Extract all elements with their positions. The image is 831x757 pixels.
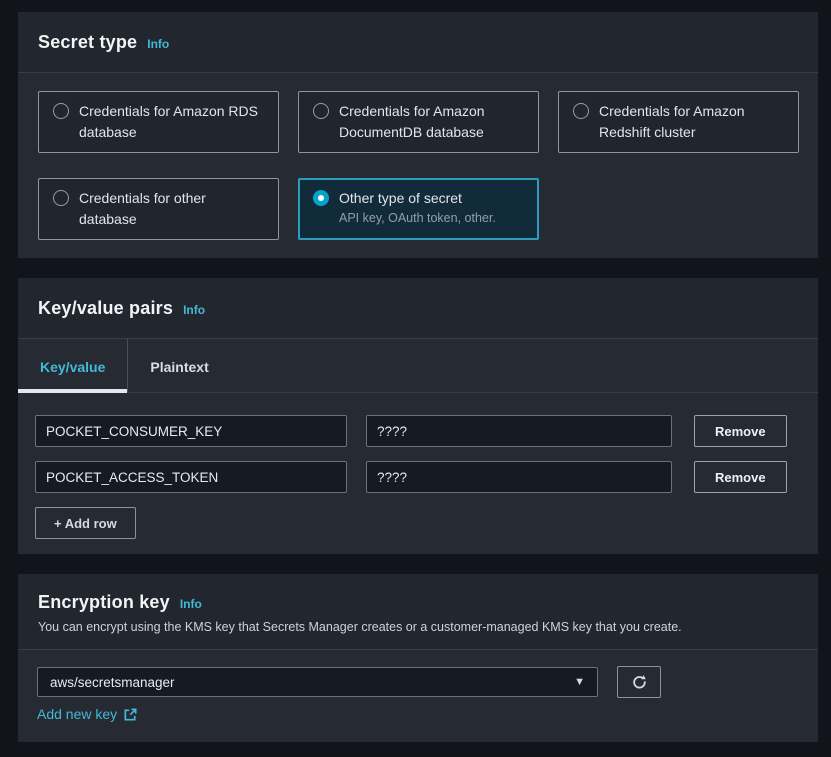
secret-type-options: Credentials for Amazon RDS database Cred… — [18, 73, 818, 258]
option-label: Other type of secret — [339, 188, 496, 209]
encryption-key-header: Encryption key Info You can encrypt usin… — [18, 574, 818, 650]
secret-type-info-link[interactable]: Info — [147, 37, 169, 51]
keyvalue-pairs-panel: Key/value pairs Info Key/value Plaintext… — [18, 278, 818, 554]
secret-type-header: Secret type Info — [18, 12, 818, 73]
option-other-database[interactable]: Credentials for other database — [38, 178, 279, 240]
value-input[interactable] — [366, 461, 672, 493]
refresh-icon — [631, 674, 648, 691]
caret-down-icon: ▼ — [574, 676, 585, 688]
key-input[interactable] — [35, 461, 347, 493]
encryption-key-body: aws/secretsmanager ▼ Add new key — [18, 650, 818, 742]
encryption-key-description: You can encrypt using the KMS key that S… — [38, 620, 798, 634]
encryption-key-title: Encryption key — [38, 592, 170, 613]
radio-icon[interactable] — [313, 103, 329, 119]
keyvalue-row: Remove — [35, 461, 798, 493]
keyvalue-content: Remove Remove + Add row — [18, 393, 818, 554]
radio-icon[interactable] — [573, 103, 589, 119]
keyvalue-pairs-info-link[interactable]: Info — [183, 303, 205, 317]
radio-icon[interactable] — [53, 190, 69, 206]
option-label: Credentials for Amazon Redshift cluster — [599, 101, 786, 143]
option-description: API key, OAuth token, other. — [339, 210, 496, 227]
option-rds-database[interactable]: Credentials for Amazon RDS database — [38, 91, 279, 153]
add-row-button[interactable]: + Add row — [35, 507, 136, 539]
kms-key-select[interactable]: aws/secretsmanager ▼ — [37, 667, 598, 697]
encryption-key-panel: Encryption key Info You can encrypt usin… — [18, 574, 818, 742]
option-label: Credentials for Amazon RDS database — [79, 101, 266, 143]
option-redshift-cluster[interactable]: Credentials for Amazon Redshift cluster — [558, 91, 799, 153]
keyvalue-row: Remove — [35, 415, 798, 447]
value-input[interactable] — [366, 415, 672, 447]
option-documentdb-database[interactable]: Credentials for Amazon DocumentDB databa… — [298, 91, 539, 153]
tab-plaintext[interactable]: Plaintext — [127, 339, 230, 392]
add-new-key-label: Add new key — [37, 706, 117, 722]
keyvalue-tabs: Key/value Plaintext — [18, 339, 818, 393]
tab-key-value[interactable]: Key/value — [18, 339, 127, 392]
refresh-button[interactable] — [617, 666, 661, 698]
keyvalue-pairs-title: Key/value pairs — [38, 298, 173, 319]
remove-row-button[interactable]: Remove — [694, 415, 787, 447]
radio-checked-icon[interactable] — [313, 190, 329, 206]
key-input[interactable] — [35, 415, 347, 447]
external-link-icon — [123, 707, 138, 722]
encryption-key-info-link[interactable]: Info — [180, 597, 202, 611]
option-other-type-of-secret[interactable]: Other type of secret API key, OAuth toke… — [298, 178, 539, 240]
option-label: Credentials for Amazon DocumentDB databa… — [339, 101, 526, 143]
secret-type-title: Secret type — [38, 32, 137, 53]
option-label: Credentials for other database — [79, 188, 266, 230]
kms-key-select-value: aws/secretsmanager — [50, 675, 175, 690]
secret-type-panel: Secret type Info Credentials for Amazon … — [18, 12, 818, 258]
remove-row-button[interactable]: Remove — [694, 461, 787, 493]
radio-icon[interactable] — [53, 103, 69, 119]
keyvalue-pairs-header: Key/value pairs Info — [18, 278, 818, 339]
add-new-key-link[interactable]: Add new key — [37, 706, 138, 722]
